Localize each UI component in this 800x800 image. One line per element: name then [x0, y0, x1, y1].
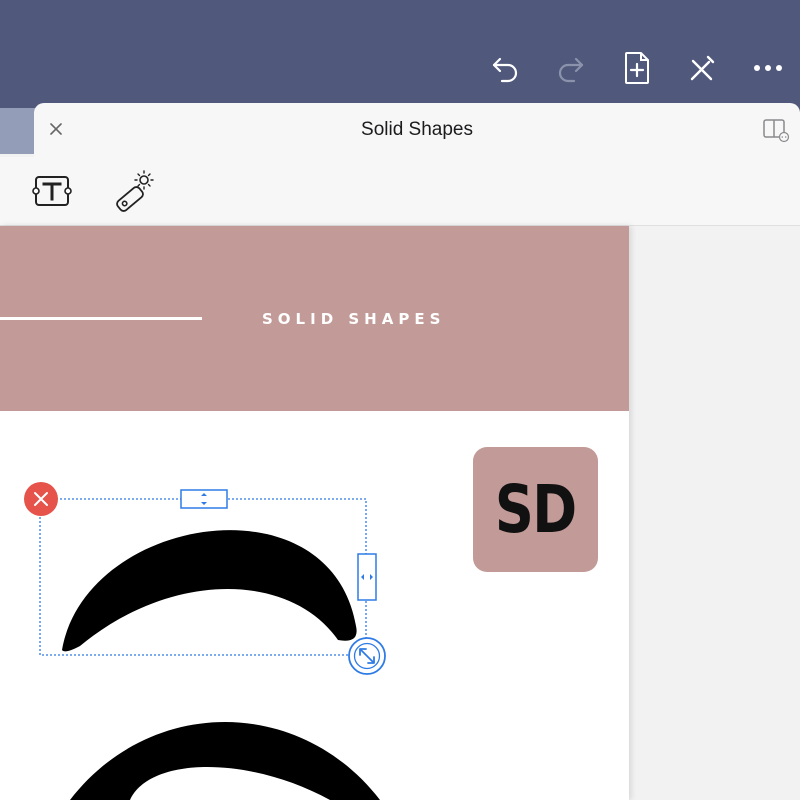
scale-handle-icon[interactable]	[348, 637, 386, 675]
more-icon[interactable]	[748, 48, 788, 88]
undo-icon[interactable]	[485, 48, 525, 88]
text-box-tool-icon[interactable]	[28, 167, 76, 215]
redo-icon[interactable]	[551, 48, 591, 88]
second-arc-shape[interactable]	[70, 722, 380, 800]
selected-arc-shape[interactable]	[62, 530, 357, 652]
background-tab	[0, 108, 36, 154]
add-page-icon[interactable]	[617, 48, 657, 88]
right-resize-handle[interactable]	[357, 553, 377, 601]
shapes-layer	[24, 482, 386, 800]
tool-bar	[0, 157, 800, 226]
document-page: SOLID SHAPES SD	[0, 226, 629, 800]
panel-toggle-icon[interactable]	[762, 117, 790, 143]
shape-tool-icon[interactable]	[110, 167, 158, 215]
pen-tool-icon[interactable]	[682, 48, 722, 88]
sheet-header: Solid Shapes	[34, 103, 800, 157]
top-bar	[0, 0, 800, 112]
delete-shape-button[interactable]	[24, 482, 58, 516]
top-resize-handle[interactable]	[180, 489, 228, 509]
sheet-title: Solid Shapes	[361, 119, 473, 140]
